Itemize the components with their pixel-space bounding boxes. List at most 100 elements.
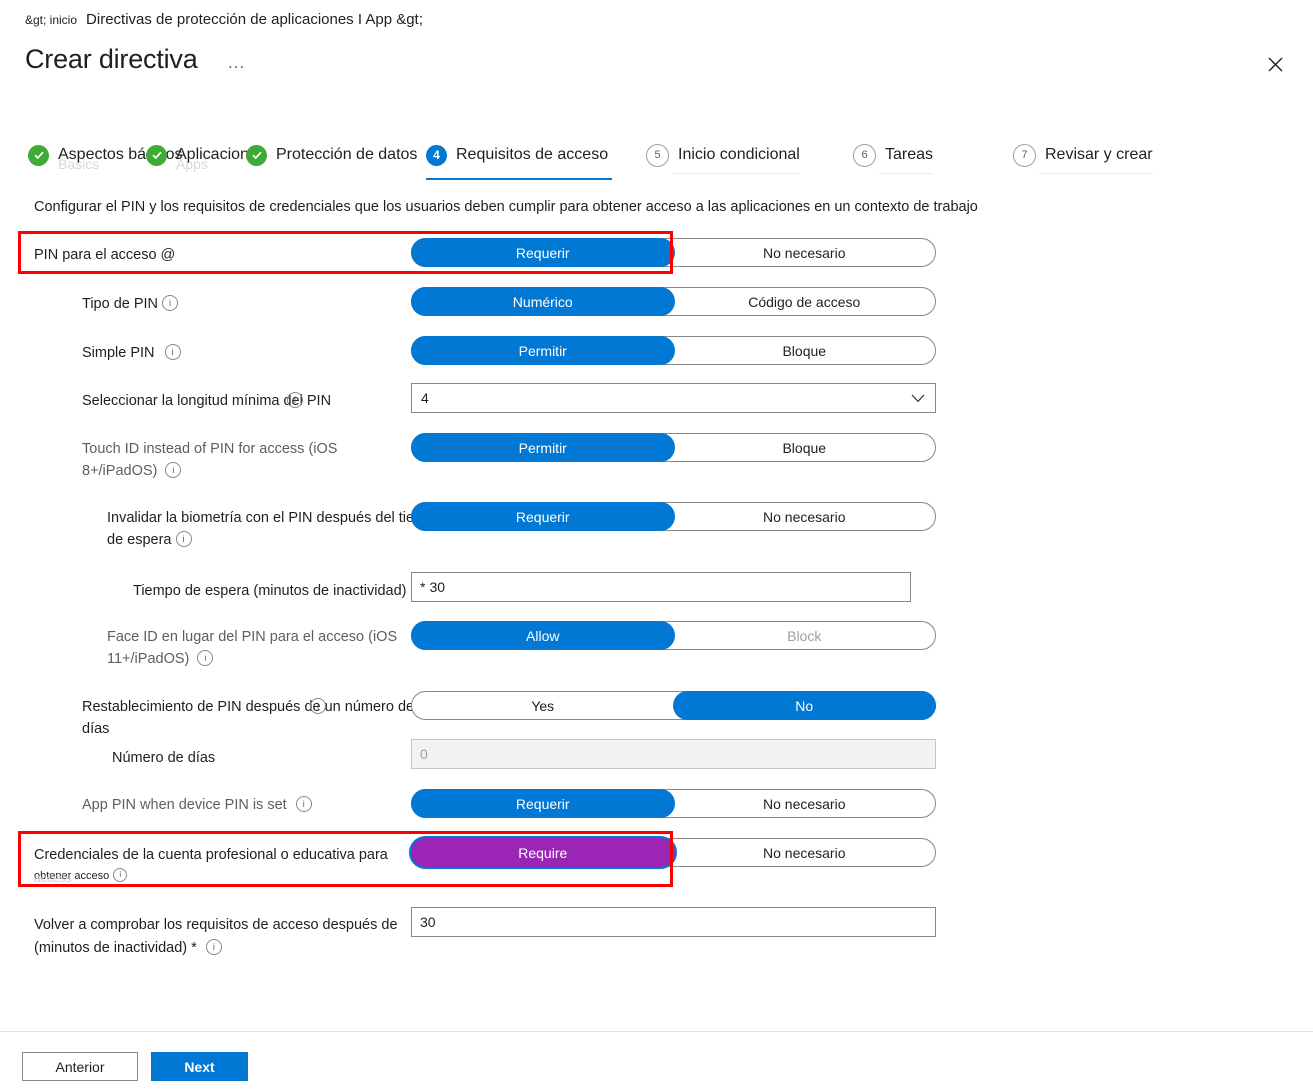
pin-for-access-option-not-required[interactable]: No necesario — [674, 239, 936, 266]
info-icon[interactable]: i — [175, 531, 192, 548]
simple-pin-option-block[interactable]: Bloque — [674, 337, 936, 364]
pin-for-access-label-wrap: PIN para el acceso @ — [34, 244, 404, 266]
timeout-label: Tiempo de espera (minutos de inactividad… — [133, 583, 407, 599]
number-of-days-label: Número de días — [112, 750, 216, 766]
timeout-label-wrap: Tiempo de espera (minutos de inactividad… — [133, 580, 423, 602]
override-biometrics-option-require[interactable]: Requerir — [412, 503, 674, 530]
page-title: Crear directiva — [25, 44, 198, 74]
next-button[interactable]: Next — [151, 1052, 248, 1081]
min-pin-length-select[interactable]: 4 — [411, 383, 936, 413]
pin-type-label-wrap: Tipo de PIN i — [82, 293, 412, 315]
work-credentials-option-require[interactable]: Require — [412, 839, 674, 866]
step-complete-icon — [28, 144, 49, 166]
info-icon[interactable]: i — [295, 796, 312, 813]
wizard-step-conditional-launch[interactable]: 5 Inicio condicional — [646, 136, 800, 174]
wizard-step-label: Revisar y crear — [1045, 146, 1153, 163]
required-marker: * — [420, 579, 426, 595]
pin-for-access-option-require[interactable]: Requerir — [412, 239, 674, 266]
pin-type-label: Tipo de PIN i — [82, 293, 179, 315]
app-pin-device-pin-toggle[interactable]: Requerir No necesario — [411, 789, 936, 818]
wizard-step-review-create[interactable]: 7 Revisar y crear — [1013, 136, 1153, 174]
info-icon[interactable]: i — [165, 462, 182, 479]
step-divider — [879, 173, 934, 174]
pin-reset-option-no[interactable]: No — [673, 692, 935, 719]
app-pin-device-pin-option-not-required[interactable]: No necesario — [674, 790, 936, 817]
pin-for-access-toggle[interactable]: Requerir No necesario — [411, 238, 936, 267]
more-options-button[interactable]: ... — [228, 53, 245, 73]
step-number-badge: 6 — [853, 143, 876, 167]
min-pin-length-value: 4 — [421, 390, 429, 406]
step-number-badge: 4 — [426, 144, 447, 166]
info-icon[interactable]: i — [113, 868, 128, 883]
face-id-label: Face ID en lugar del PIN para el acceso … — [107, 629, 398, 667]
breadcrumb-current[interactable]: Directivas de protección de aplicaciones… — [86, 11, 423, 28]
info-icon[interactable]: i — [205, 939, 222, 956]
app-pin-device-pin-label-wrap: App PIN when device PIN is set i — [82, 794, 412, 816]
simple-pin-label: Simple PIN i — [82, 342, 181, 364]
override-biometrics-label: Invalidar la biometría con el PIN despué… — [107, 510, 443, 548]
override-biometrics-toggle[interactable]: Requerir No necesario — [411, 502, 936, 531]
override-biometrics-option-not-required[interactable]: No necesario — [674, 503, 936, 530]
touch-id-toggle[interactable]: Permitir Bloque — [411, 433, 936, 462]
pin-type-option-passcode[interactable]: Código de acceso — [674, 288, 936, 315]
step-complete-icon — [246, 144, 267, 166]
work-credentials-label-wrap: Credenciales de la cuenta profesional o … — [34, 844, 414, 884]
recheck-access-input[interactable]: 30 — [411, 907, 936, 937]
info-icon[interactable]: i — [164, 344, 181, 361]
touch-id-option-allow[interactable]: Permitir — [412, 434, 674, 461]
wizard-steps: Aspectos básicos Basics Aplicaciones App… — [28, 136, 1288, 180]
number-of-days-value: 0 — [420, 746, 428, 762]
recheck-access-label-wrap: Volver a comprobar los requisitos de acc… — [34, 914, 414, 959]
wizard-step-label: Tareas — [885, 146, 934, 163]
wizard-step-access-requirements[interactable]: 4 Requisitos de acceso — [426, 136, 613, 180]
wizard-step-assignments[interactable]: 6 Tareas — [853, 136, 934, 174]
work-credentials-option-not-required[interactable]: No necesario — [674, 839, 936, 866]
timeout-value: 30 — [429, 579, 446, 595]
pin-reset-option-yes[interactable]: Yes — [412, 692, 674, 719]
number-of-days-label-wrap: Número de días — [112, 747, 402, 769]
recheck-access-label-line1: Volver a comprobar los requisitos de acc… — [34, 917, 398, 933]
info-icon[interactable]: i — [310, 698, 326, 714]
pin-reset-label-wrap: Restablecimiento de PIN después de un nú… — [82, 696, 422, 740]
section-description: Configurar el PIN y los requisitos de cr… — [34, 199, 978, 215]
override-biometrics-label-wrap: Invalidar la biometría con el PIN despué… — [107, 507, 457, 551]
pin-type-option-numeric[interactable]: Numérico — [412, 288, 674, 315]
face-id-label-wrap: Face ID en lugar del PIN para el acceso … — [107, 626, 417, 670]
chevron-down-icon — [911, 394, 925, 402]
work-credentials-label-line1: Credenciales de la cuenta profesional o … — [34, 847, 388, 863]
timeout-input[interactable]: * 30 — [411, 572, 911, 602]
step-number-badge: 5 — [646, 143, 669, 167]
step-divider — [1039, 173, 1153, 174]
touch-id-option-block[interactable]: Bloque — [674, 434, 936, 461]
wizard-step-label: Protección de datos — [276, 146, 418, 163]
step-number-badge: 7 — [1013, 143, 1036, 167]
recheck-access-label-line2: (minutos de inactividad) * i — [34, 937, 222, 959]
app-pin-device-pin-option-require[interactable]: Requerir — [412, 790, 674, 817]
step-complete-icon — [146, 144, 167, 166]
face-id-option-block[interactable]: Block — [674, 622, 936, 649]
simple-pin-toggle[interactable]: Permitir Bloque — [411, 336, 936, 365]
pin-reset-toggle[interactable]: Yes No — [411, 691, 936, 720]
work-credentials-toggle[interactable]: Require No necesario — [411, 838, 936, 867]
pin-type-toggle[interactable]: Numérico Código de acceso — [411, 287, 936, 316]
pin-reset-label: Restablecimiento de PIN después de un nú… — [82, 699, 415, 737]
face-id-option-allow[interactable]: Allow — [412, 622, 674, 649]
previous-button[interactable]: Anterior — [22, 1052, 138, 1081]
touch-id-label: Touch ID instead of PIN for access (iOS … — [82, 441, 338, 479]
recheck-access-value: 30 — [420, 914, 436, 930]
work-credentials-ghost-label: access — [34, 871, 72, 885]
wizard-step-data-protection[interactable]: Protección de datos — [246, 136, 417, 174]
breadcrumb[interactable]: &gt; inicio Directivas de protección de … — [25, 11, 423, 28]
number-of-days-input: 0 — [411, 739, 936, 769]
info-icon[interactable]: i — [197, 650, 214, 667]
simple-pin-option-allow[interactable]: Permitir — [412, 337, 674, 364]
step-divider — [672, 173, 800, 174]
face-id-toggle[interactable]: Allow Block — [411, 621, 936, 650]
active-step-underline — [426, 178, 613, 180]
close-icon[interactable] — [1259, 48, 1291, 80]
simple-pin-label-wrap: Simple PIN i — [82, 342, 412, 364]
breadcrumb-home[interactable]: &gt; inicio — [25, 13, 77, 27]
info-icon[interactable]: i — [287, 392, 303, 408]
info-icon[interactable]: i — [162, 295, 179, 312]
app-pin-device-pin-label: App PIN when device PIN is set i — [82, 794, 312, 816]
